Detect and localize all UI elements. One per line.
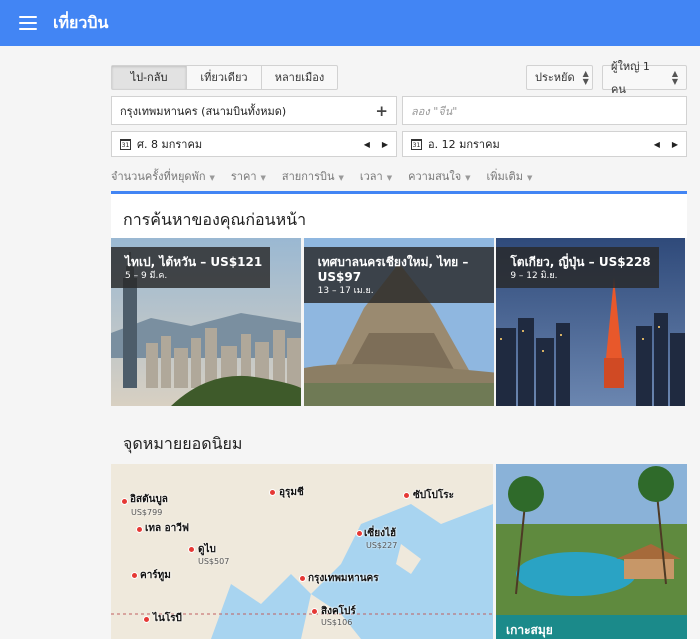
filter-price[interactable]: ราคา ▼ [231, 167, 266, 185]
prev-date-icon[interactable]: ◀ [364, 140, 370, 149]
popular-destinations-map[interactable]: อิสตันบูล US$799 เทล อาวีฟ ดูไบ US$507 ค… [111, 464, 493, 639]
cabin-select[interactable]: ประหยัด ▲ ▼ [526, 65, 593, 90]
filter-interest[interactable]: ความสนใจ ▼ [408, 167, 470, 185]
return-date-value: อ. 12 มกราคม [428, 138, 500, 151]
city-label[interactable]: อุรุมชี [279, 485, 304, 500]
city-label[interactable]: อิสตันบูล [130, 492, 168, 507]
city-dot[interactable] [269, 489, 276, 496]
card-destination: เทศบาลนครเชียงใหม่, ไทย – US$97 [317, 255, 469, 284]
depart-date-field[interactable]: 31 ศ. 8 มกราคม ◀ ▶ [111, 131, 397, 157]
resort-label: เกาะสมุย [496, 615, 687, 639]
city-price: US$507 [198, 557, 230, 566]
city-label[interactable]: ไนโรบี [153, 611, 182, 626]
destination-input[interactable]: ลอง "จีน" [402, 96, 687, 125]
city-price: US$799 [131, 508, 163, 517]
city-label[interactable]: สิงคโปร์ [321, 604, 356, 619]
destination-placeholder: ลอง "จีน" [411, 104, 458, 118]
popular-header: จุดหมายยอดนิยม [111, 406, 687, 464]
trip-type-oneway[interactable]: เที่ยวเดียว [187, 66, 262, 89]
passengers-select[interactable]: ผู้ใหญ่ 1 คน ▲ ▼ [602, 60, 687, 96]
updown-icon: ▲ ▼ [582, 68, 589, 86]
trip-type-multicity[interactable]: หลายเมือง [262, 66, 337, 89]
caret-down-icon: ▼ [338, 174, 344, 182]
menu-icon[interactable] [19, 16, 37, 30]
search-card-taipei[interactable]: ไทเป, ไต้หวัน – US$121 5 – 9 มี.ค. [111, 238, 302, 406]
caret-down-icon: ▼ [465, 174, 471, 182]
card-dates: 9 – 12 มิ.ย. [510, 271, 558, 281]
filter-bar: จำนวนครั้งที่หยุดพัก ▼ ราคา ▼ สายการบิน ▼ เ… [111, 167, 532, 185]
section-title: การค้นหาของคุณก่อนหน้า [123, 210, 307, 229]
card-dates: 5 – 9 มี.ค. [125, 271, 168, 281]
depart-date-value: ศ. 8 มกราคม [137, 138, 203, 151]
city-label[interactable]: เซี่ยงไฮ้ [364, 526, 396, 541]
card-label: โตเกียว, ญี่ปุ่น – US$228 9 – 12 มิ.ย. [496, 247, 659, 288]
calendar-icon: 31 [120, 138, 131, 150]
city-price: US$106 [321, 618, 353, 627]
city-label[interactable]: ซัปโปโระ [413, 488, 454, 503]
city-dot[interactable] [143, 616, 150, 623]
caret-down-icon: ▼ [526, 174, 533, 182]
caret-down-icon: ▼ [209, 174, 215, 182]
app-title: เที่ยวบิน [53, 12, 109, 32]
card-label: เทศบาลนครเชียงใหม่, ไทย – US$97 13 – 17 … [303, 247, 495, 303]
trip-type-roundtrip[interactable]: ไป-กลับ [112, 66, 187, 89]
card-destination: ไทเป, ไต้หวัน – US$121 [125, 255, 263, 269]
card-dates: 13 – 17 เม.ย. [317, 286, 374, 296]
origin-input[interactable]: กรุงเทพมหานคร (สนามบินทั้งหมด) + [111, 96, 397, 125]
city-dot[interactable] [311, 608, 318, 615]
filter-time[interactable]: เวลา ▼ [360, 167, 392, 185]
search-card-tokyo[interactable]: โตเกียว, ญี่ปุ่น – US$228 9 – 12 มิ.ย. [496, 238, 687, 406]
city-dot[interactable] [136, 526, 143, 533]
next-date-icon[interactable]: ▶ [672, 140, 678, 149]
caret-down-icon: ▼ [386, 174, 393, 182]
next-date-icon[interactable]: ▶ [382, 140, 388, 149]
trip-type-selector: ไป-กลับ เที่ยวเดียว หลายเมือง [111, 65, 338, 90]
city-dot[interactable] [403, 492, 410, 499]
city-label[interactable]: คาร์ทูม [140, 568, 171, 583]
previous-searches-header: การค้นหาของคุณก่อนหน้า [111, 194, 687, 238]
resort-card[interactable]: เกาะสมุย [496, 464, 687, 639]
city-dot[interactable] [188, 546, 195, 553]
search-card-chiangmai[interactable]: เทศบาลนครเชียงใหม่, ไทย – US$97 13 – 17 … [303, 238, 495, 406]
city-price: US$227 [366, 541, 398, 550]
calendar-icon: 31 [411, 138, 422, 150]
card-label: ไทเป, ไต้หวัน – US$121 5 – 9 มี.ค. [111, 247, 271, 288]
filter-more[interactable]: เพิ่มเติม ▼ [487, 167, 533, 185]
section-title: จุดหมายยอดนิยม [123, 434, 243, 453]
city-dot[interactable] [299, 575, 306, 582]
city-dot[interactable] [131, 572, 138, 579]
city-label[interactable]: ดูไบ [198, 542, 216, 557]
city-label[interactable]: เทล อาวีฟ [145, 521, 189, 536]
origin-value: กรุงเทพมหานคร (สนามบินทั้งหมด) [120, 104, 287, 118]
updown-icon: ▲ ▼ [671, 68, 678, 86]
passengers-value: ผู้ใหญ่ 1 คน [611, 59, 650, 96]
city-dot[interactable] [356, 530, 363, 537]
city-dot[interactable] [121, 498, 128, 505]
filter-stops[interactable]: จำนวนครั้งที่หยุดพัก ▼ [111, 167, 215, 185]
cabin-value: ประหยัด [535, 71, 575, 84]
add-origin-button[interactable]: + [375, 102, 388, 120]
resort-image [496, 464, 687, 639]
return-date-field[interactable]: 31 อ. 12 มกราคม ◀ ▶ [402, 131, 687, 157]
app-header: เที่ยวบิน [0, 0, 700, 46]
card-destination: โตเกียว, ญี่ปุ่น – US$228 [510, 255, 651, 269]
caret-down-icon: ▼ [260, 174, 266, 182]
prev-date-icon[interactable]: ◀ [654, 140, 660, 149]
city-label[interactable]: กรุงเทพมหานคร [308, 571, 379, 586]
filter-airline[interactable]: สายการบิน ▼ [282, 167, 344, 185]
previous-searches-cards: ไทเป, ไต้หวัน – US$121 5 – 9 มี.ค. เทศบา… [111, 238, 687, 406]
